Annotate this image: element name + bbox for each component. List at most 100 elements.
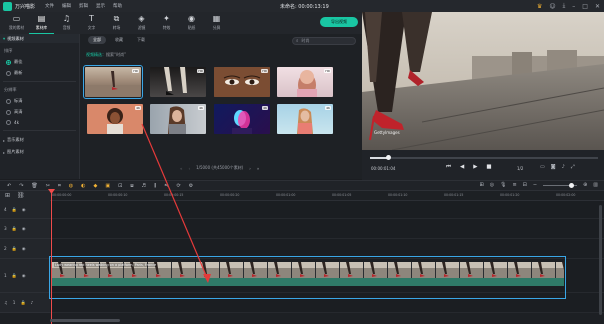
prev-page-icon[interactable]: ‹ <box>188 166 190 171</box>
zoom-in-icon[interactable]: ⊕ <box>583 182 587 188</box>
settings-icon[interactable]: ▥ <box>593 182 598 188</box>
link-icon[interactable]: ⛓ <box>17 192 25 199</box>
shield-icon[interactable]: ◎ <box>490 182 494 188</box>
eye-icon[interactable]: ◉ <box>22 273 26 278</box>
step-back-icon[interactable]: ◀ <box>460 164 464 171</box>
breadcrumb-prefix[interactable]: 视频精选： <box>86 52 106 57</box>
crop-zoom-icon[interactable]: ⧈ <box>130 183 133 189</box>
eye-icon[interactable]: ◉ <box>22 226 26 231</box>
tool-audio[interactable]: ♫ 音频 <box>54 12 79 34</box>
monitor-icon[interactable]: ▭ <box>540 164 545 170</box>
split-icon[interactable]: ⫼ <box>154 183 156 189</box>
play-icon[interactable]: ▶ <box>473 164 477 171</box>
stock-thumbnail[interactable]: 4K <box>150 104 206 134</box>
snapshot-icon[interactable]: ◙ <box>551 164 556 170</box>
mirror-icon[interactable]: ⇋ <box>164 183 168 189</box>
search-input[interactable]: ⌕ 时尚 <box>292 37 356 45</box>
menu-file[interactable]: 文件 <box>45 3 54 9</box>
redo-icon[interactable]: ↷ <box>19 183 23 189</box>
speed-icon[interactable]: ◍ <box>69 183 73 189</box>
delete-icon[interactable]: 🗑 <box>31 183 37 189</box>
close-icon[interactable]: ✕ <box>595 3 600 10</box>
stock-thumbnail[interactable]: HD <box>150 67 206 97</box>
resolution-option-4k[interactable]: 4k <box>0 120 79 125</box>
eye-icon[interactable]: ◉ <box>22 246 26 251</box>
download-icon[interactable]: ⤓ <box>563 2 566 10</box>
undo-icon[interactable]: ↶ <box>7 183 11 189</box>
stock-thumbnail[interactable]: 4K <box>214 104 270 134</box>
tool-transition[interactable]: ⧉ 转场 <box>104 12 129 34</box>
eye-icon[interactable]: ◉ <box>22 207 26 212</box>
fullscreen-icon[interactable]: ⤢ <box>571 164 575 170</box>
progress-handle[interactable] <box>385 155 391 160</box>
user-icon[interactable]: ☺ <box>549 3 555 10</box>
stock-thumbnail[interactable]: HD <box>214 67 270 97</box>
zoom-slider[interactable] <box>543 182 578 188</box>
lock-icon[interactable]: 🔒 <box>12 273 17 279</box>
sidebar-header[interactable]: ▾ 视频素材 <box>0 34 79 43</box>
adjust-icon[interactable]: ⚙ <box>189 183 193 189</box>
track-video-4[interactable] <box>50 201 604 219</box>
sort-option-best[interactable]: 最佳 <box>0 59 79 65</box>
tool-effects[interactable]: ✦ 特效 <box>154 12 179 34</box>
voiceover-icon[interactable]: ≡ <box>512 182 516 188</box>
sidebar-group-music[interactable]: ▸ 音乐素材 <box>0 137 79 143</box>
tool-text[interactable]: T 文字 <box>79 12 104 34</box>
rotate-icon[interactable]: ⟳ <box>177 183 181 189</box>
timeline-vertical-scrollbar[interactable] <box>599 205 602 315</box>
crop-icon[interactable]: ⌗ <box>58 183 61 189</box>
stop-icon[interactable]: ■ <box>486 164 491 171</box>
menu-edit[interactable]: 编辑 <box>62 3 71 9</box>
tab-all[interactable]: 全部 <box>88 36 106 44</box>
lock-icon[interactable]: 🔒 <box>12 246 17 252</box>
fit-icon[interactable]: ⊟ <box>523 182 527 188</box>
stock-thumbnail[interactable]: HD <box>277 67 333 97</box>
keyframe-icon[interactable]: ◆ <box>94 183 98 189</box>
minimize-icon[interactable]: – <box>572 3 575 10</box>
lock-icon[interactable]: 🔒 <box>12 207 17 213</box>
next-page-icon[interactable]: › <box>249 166 251 171</box>
stock-thumbnail[interactable]: HD <box>83 65 143 99</box>
zoom-out-icon[interactable]: − <box>533 182 537 188</box>
menu-view[interactable]: 显示 <box>96 3 105 9</box>
preview-ratio-select[interactable]: 1/2 <box>517 166 523 171</box>
timeline-ruler[interactable]: 00:00:00:00 00:00:00:10 00:00:00:15 00:0… <box>50 191 604 201</box>
lock-icon[interactable]: 🔒 <box>20 300 25 306</box>
freeze-icon[interactable]: ⊡ <box>118 183 122 189</box>
tool-splitscreen[interactable]: ▦ 分屏 <box>204 12 229 34</box>
mic-icon[interactable]: 🎙 <box>500 182 506 188</box>
mute-icon[interactable]: ♪ <box>31 300 34 305</box>
preview-progress-bar[interactable] <box>370 155 598 160</box>
skip-back-icon[interactable]: ⏮ <box>446 164 451 171</box>
color-icon[interactable]: ◐ <box>81 183 85 189</box>
volume-icon[interactable]: ♪ <box>562 164 565 170</box>
crown-icon[interactable]: ♛ <box>537 3 542 10</box>
track-video-3[interactable] <box>50 219 604 239</box>
timeline-horizontal-scrollbar[interactable] <box>50 319 120 322</box>
sidebar-group-images[interactable]: ▸ 图片素材 <box>0 149 79 155</box>
stock-thumbnail[interactable]: 4K <box>87 104 143 134</box>
menu-clip[interactable]: 剪辑 <box>79 3 88 9</box>
last-page-icon[interactable]: » <box>257 166 259 171</box>
tab-favorites[interactable]: 收藏 <box>110 36 128 44</box>
mask-icon[interactable]: ▣ <box>105 183 110 189</box>
preview-player[interactable]: GettyImages <box>362 12 604 162</box>
zoom-handle[interactable] <box>569 182 575 188</box>
cut-icon[interactable]: ✂ <box>46 183 50 189</box>
sort-option-newest[interactable]: 最新 <box>0 70 79 76</box>
resolution-option-sd[interactable]: 标清 <box>0 98 79 104</box>
maximize-icon[interactable]: □ <box>582 3 588 10</box>
render-icon[interactable]: ⊞ <box>480 182 484 188</box>
tool-my-media[interactable]: ▭ 我的素材 <box>4 12 29 34</box>
tool-sticker[interactable]: ◉ 贴纸 <box>179 12 204 34</box>
playhead[interactable] <box>51 191 52 324</box>
tool-stock-library[interactable]: ▤ 素材库 <box>29 12 54 34</box>
lock-icon[interactable]: 🔒 <box>12 226 17 232</box>
stock-thumbnail[interactable]: 4K <box>277 104 333 134</box>
first-page-icon[interactable]: « <box>180 166 182 171</box>
export-button[interactable]: 导出视频 <box>320 17 358 27</box>
audio-detach-icon[interactable]: ♬ <box>142 183 146 189</box>
menu-help[interactable]: 帮助 <box>113 3 122 9</box>
tool-filter[interactable]: ◈ 滤镜 <box>129 12 154 34</box>
resolution-option-hd[interactable]: 高清 <box>0 109 79 115</box>
